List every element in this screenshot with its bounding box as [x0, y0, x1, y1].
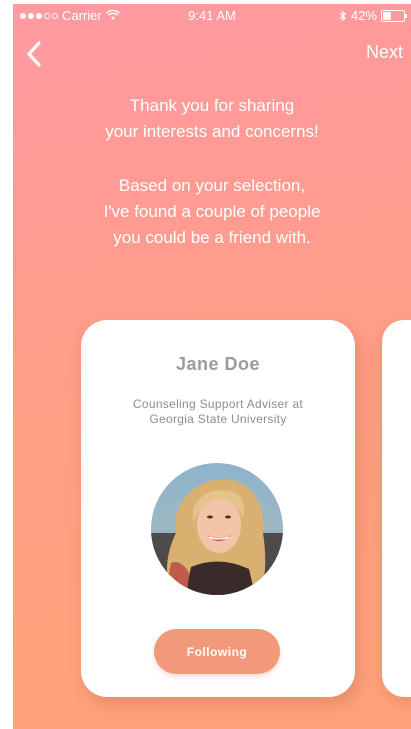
battery-percent: 42%	[350, 8, 377, 23]
following-button[interactable]: Following	[154, 629, 280, 674]
intro-line: Based on your selection,	[118, 176, 306, 195]
friend-card[interactable]: Jane Doe Counseling Support Adviser at G…	[81, 320, 355, 697]
friend-job-title: Counseling Support Adviser at Georgia St…	[101, 397, 335, 427]
back-button[interactable]	[21, 38, 51, 70]
intro-line: Thank you for sharing	[129, 96, 295, 115]
intro-line: I've found a couple of people	[103, 202, 321, 221]
status-bar: Carrier 9:41 AM 42%	[13, 4, 411, 28]
bluetooth-icon	[339, 10, 346, 21]
match-message: Based on your selection, I've found a co…	[13, 173, 411, 251]
chevron-left-icon	[27, 41, 41, 67]
avatar	[151, 463, 283, 595]
intro-line: your interests and concerns!	[105, 122, 319, 141]
battery-status: 42%	[339, 8, 407, 23]
app-screen: Carrier 9:41 AM 42% Next Thank you for s…	[13, 4, 411, 729]
intro-line: you could be a friend with.	[113, 228, 311, 247]
thank-you-message: Thank you for sharing your interests and…	[13, 93, 411, 145]
battery-fill	[383, 11, 392, 20]
avatar-photo	[151, 463, 283, 595]
battery-icon	[381, 9, 407, 22]
friend-name: Jane Doe	[175, 354, 261, 374]
next-button[interactable]: Next	[366, 42, 403, 63]
job-title-line: Counseling Support Adviser at	[132, 397, 304, 411]
next-friend-card[interactable]	[382, 320, 411, 697]
job-title-line: Georgia State University	[149, 412, 287, 426]
